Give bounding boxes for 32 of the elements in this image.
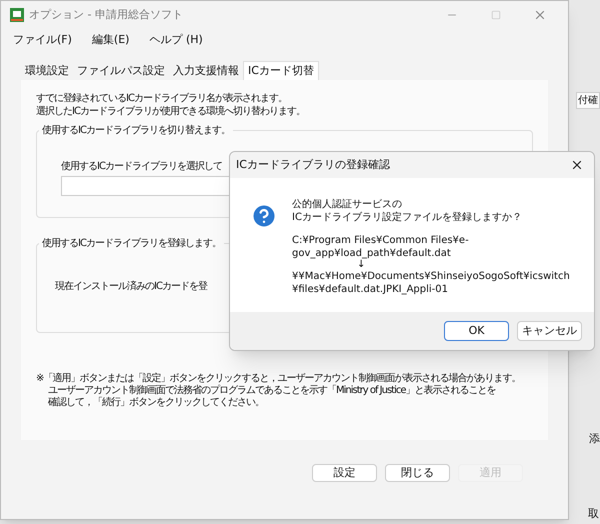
tab[interactable]: 入力支援情報 bbox=[169, 63, 243, 80]
group-legend: 使用するICカードライブラリを登録します。 bbox=[39, 237, 224, 250]
dialog-button[interactable]: OK bbox=[444, 321, 509, 341]
background-label: 添 bbox=[588, 431, 600, 447]
maximize-icon[interactable] bbox=[491, 10, 501, 20]
source-path: C:¥Program Files¥Common Files¥e-gov_app¥load_path¥default.dat bbox=[292, 234, 470, 260]
arrow-text: ↓ bbox=[356, 260, 366, 270]
dialog-button[interactable]: 閉じる bbox=[385, 464, 450, 482]
background-label: 取 bbox=[588, 506, 599, 522]
note-text: ※「適用」ボタンまたは「設定」ボタンをクリックすると，ユーザーアカウント制御画面が表示される場合があります。 bbox=[36, 373, 520, 384]
field-label: 使用するICカードライブラリを選択して bbox=[61, 160, 222, 174]
note-text: ユーザーアカウント制御画面で法務省のプログラムであることを示す「Ministry of Justice」と表示されることを bbox=[47, 385, 496, 396]
menu-item[interactable]: 編集(E) bbox=[92, 32, 130, 48]
dialog-title: ICカードライブラリの登録確認 bbox=[236, 156, 391, 173]
tab[interactable]: 環境設定 bbox=[21, 63, 73, 80]
group-legend: 使用するICカードライブラリを切り替えます。 bbox=[39, 124, 233, 137]
intro-text: 選択したICカードライブラリが使用できる環境へ切り替わります。 bbox=[36, 105, 306, 118]
dialog-button[interactable]: 設定 bbox=[312, 464, 377, 482]
field-label: 現在インストール済みのICカードを登 bbox=[55, 280, 207, 294]
app-icon bbox=[9, 7, 25, 23]
menu-item[interactable]: ヘルプ (H) bbox=[149, 32, 203, 48]
menu-item[interactable]: ファイル(F) bbox=[13, 32, 72, 48]
target-path: ¥¥Mac¥Home¥Documents¥ShinseiyoSogoSoft¥icswitch¥files¥default.dat.JPKI_Appli-01 bbox=[292, 270, 571, 296]
note-text: 確認して，「続行」ボタンをクリックしてください。 bbox=[47, 397, 264, 409]
window-title: オプション - 申請用総合ソフト bbox=[29, 6, 183, 23]
tab[interactable]: ICカード切替 bbox=[243, 61, 319, 80]
close-icon[interactable] bbox=[570, 158, 584, 172]
tab[interactable]: ファイルパス設定 bbox=[73, 63, 169, 80]
intro-text: すでに登録されているICカードライブラリ名が表示されます。 bbox=[36, 92, 288, 105]
dialog-button[interactable]: キャンセル bbox=[517, 321, 582, 341]
question-text: ICカードライブラリ設定ファイルを登録しますか？ bbox=[292, 211, 523, 224]
question-text: 公的個人認証サービスの bbox=[292, 198, 403, 211]
